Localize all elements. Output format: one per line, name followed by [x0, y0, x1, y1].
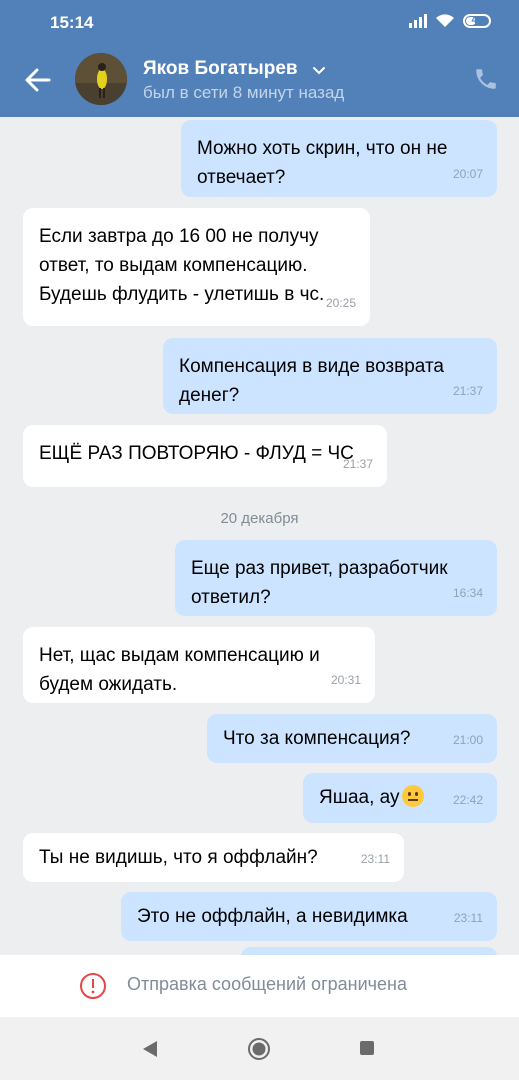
date-separator: 20 декабря [220, 510, 299, 527]
message-text: ЕЩЁ РАЗ ПОВТОРЯЮ - ФЛУД = ЧС [39, 443, 354, 464]
message-text: Можно хоть скрин, что он не отвечает? [197, 138, 448, 188]
chevron-down-icon[interactable] [312, 66, 326, 76]
phone-icon[interactable] [473, 66, 499, 92]
nav-back-icon[interactable] [141, 1039, 159, 1059]
nav-recents-icon[interactable] [360, 1041, 374, 1055]
message-time: 23:11 [360, 852, 390, 866]
message-time: 20:25 [325, 296, 356, 310]
message-time: 16:34 [452, 586, 483, 600]
signal-icon [409, 13, 427, 28]
message-text: Ты не видишь, что я оффлайн? [39, 847, 318, 868]
contact-last-seen: был в сети 8 минут назад [143, 83, 345, 102]
message-incoming[interactable]: Если завтра до 16 00 не получу ответ, то… [23, 208, 370, 326]
wifi-icon [436, 14, 454, 27]
message-time: 23:11 [453, 911, 483, 925]
message-text: Еще раз привет, разработчик ответил? [191, 558, 448, 608]
message-list[interactable]: Можно хоть скрин, что он не отвечает? 20… [0, 117, 519, 955]
battery-icon: 47 [463, 13, 491, 28]
message-time: 20:31 [330, 673, 361, 687]
message-incoming[interactable]: Ты не видишь, что я оффлайн? 23:11 [23, 833, 404, 882]
message-time: 22:42 [452, 793, 483, 807]
message-time: 21:37 [342, 457, 373, 471]
message-time: 21:37 [452, 384, 483, 398]
message-outgoing[interactable]: Это не оффлайн, а невидимка 23:11 [121, 892, 497, 941]
status-bar: 15:14 47 [0, 0, 519, 46]
message-outgoing[interactable]: Компенсация в виде возврата денег? 21:37 [163, 338, 497, 414]
message-incoming[interactable]: ЕЩЁ РАЗ ПОВТОРЯЮ - ФЛУД = ЧС 21:37 [23, 425, 387, 487]
message-text: Это не оффлайн, а невидимка [137, 906, 408, 927]
neutral-face-emoji-icon [401, 785, 424, 807]
message-text: Если завтра до 16 00 не получу ответ, то… [39, 226, 325, 305]
message-text: Компенсация в виде возврата денег? [179, 356, 444, 406]
avatar[interactable] [75, 53, 127, 105]
avatar-photo [75, 53, 127, 105]
system-nav-bar [0, 1017, 519, 1080]
message-time: 21:00 [452, 733, 483, 747]
message-text: Что за компенсация? [223, 728, 411, 749]
warning-icon [80, 973, 106, 999]
message-outgoing[interactable]: Еще раз привет, разработчик ответил? 16:… [175, 540, 497, 616]
message-text: Нет, щас выдам компенсацию и будем ожида… [39, 645, 320, 695]
status-time: 15:14 [50, 13, 94, 32]
message-outgoing[interactable]: Яшаа, ау 22:42 [303, 773, 497, 823]
contact-name[interactable]: Яков Богатырев [143, 58, 298, 80]
message-time: 20:07 [452, 167, 483, 181]
battery-level: 47 [471, 14, 483, 26]
message-incoming[interactable]: Нет, щас выдам компенсацию и будем ожида… [23, 627, 375, 703]
messaging-restricted-bar: Отправка сообщений ограничена [0, 955, 519, 1017]
message-outgoing[interactable]: Что за компенсация? 21:00 [207, 714, 497, 763]
message-outgoing[interactable]: Можно хоть скрин, что он не отвечает? 20… [181, 120, 497, 197]
status-icons: 47 [409, 13, 491, 28]
nav-home-icon[interactable] [247, 1037, 271, 1061]
back-arrow-icon[interactable] [22, 64, 54, 96]
message-outgoing-partial[interactable] [241, 947, 497, 955]
restriction-text: Отправка сообщений ограничена [127, 974, 407, 994]
chat-header: 15:14 47 Яков Богатырев был в сети 8 мин… [0, 0, 519, 117]
message-text: Яшаа, ау [319, 787, 400, 808]
